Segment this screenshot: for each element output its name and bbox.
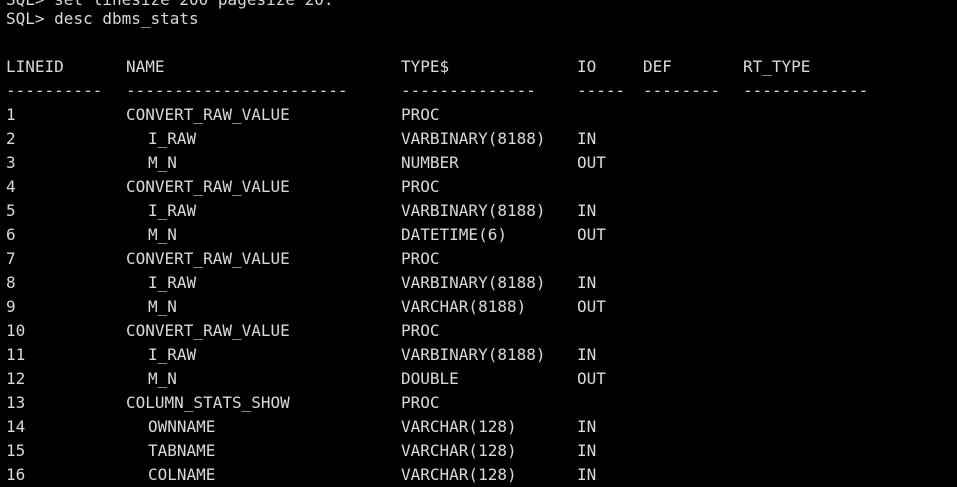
divider-rt-type: ------------- xyxy=(743,81,869,100)
row-name: M_N xyxy=(148,369,177,388)
row-name: CONVERT_RAW_VALUE xyxy=(126,177,290,196)
row-lineid: 7 xyxy=(6,249,16,268)
row-name: I_RAW xyxy=(148,345,197,364)
row-lineid: 8 xyxy=(6,273,16,292)
row-name: I_RAW xyxy=(148,201,197,220)
row-io: OUT xyxy=(577,225,606,244)
row-type: PROC xyxy=(401,105,440,124)
table-row: 14 OWNNAME VARCHAR(128) IN xyxy=(0,415,957,439)
row-type: VARCHAR(128) xyxy=(401,417,517,436)
table-row: 5 I_RAW VARBINARY(8188) IN xyxy=(0,199,957,223)
row-lineid: 13 xyxy=(6,393,26,412)
table-row: 12 M_N DOUBLE OUT xyxy=(0,367,957,391)
row-io: IN xyxy=(577,273,597,292)
row-type: VARCHAR(128) xyxy=(401,441,517,460)
row-io: OUT xyxy=(577,369,606,388)
table-row: 4 CONVERT_RAW_VALUE PROC xyxy=(0,175,957,199)
row-type: VARBINARY(8188) xyxy=(401,273,546,292)
command-line[interactable]: SQL> desc dbms_stats xyxy=(6,7,199,31)
row-lineid: 1 xyxy=(6,105,16,124)
row-lineid: 3 xyxy=(6,153,16,172)
row-type: VARBINARY(8188) xyxy=(401,201,546,220)
table-row: 2 I_RAW VARBINARY(8188) IN xyxy=(0,127,957,151)
row-lineid: 5 xyxy=(6,201,16,220)
row-name: OWNNAME xyxy=(148,417,216,436)
row-type: PROC xyxy=(401,321,440,340)
table-row: 6 M_N DATETIME(6) OUT xyxy=(0,223,957,247)
sql-prompt: SQL> xyxy=(6,9,55,28)
row-type: VARBINARY(8188) xyxy=(401,345,546,364)
row-io: IN xyxy=(577,417,597,436)
row-name: CONVERT_RAW_VALUE xyxy=(126,321,290,340)
row-io: IN xyxy=(577,129,597,148)
table-row: 15 TABNAME VARCHAR(128) IN xyxy=(0,439,957,463)
row-io: IN xyxy=(577,345,597,364)
row-name: M_N xyxy=(148,225,177,244)
row-io: IN xyxy=(577,465,597,484)
table-row: 3 M_N NUMBER OUT xyxy=(0,151,957,175)
row-name: COLUMN_STATS_SHOW xyxy=(126,393,290,412)
command-text: desc dbms_stats xyxy=(54,9,199,28)
row-lineid: 14 xyxy=(6,417,26,436)
row-type: NUMBER xyxy=(401,153,459,172)
header-io: IO xyxy=(577,57,597,76)
row-lineid: 12 xyxy=(6,369,26,388)
row-type: DATETIME(6) xyxy=(401,225,507,244)
row-lineid: 2 xyxy=(6,129,16,148)
row-name: CONVERT_RAW_VALUE xyxy=(126,249,290,268)
table-row: 10 CONVERT_RAW_VALUE PROC xyxy=(0,319,957,343)
header-def: DEF xyxy=(643,57,672,76)
row-lineid: 4 xyxy=(6,177,16,196)
row-name: M_N xyxy=(148,297,177,316)
row-io: IN xyxy=(577,201,597,220)
row-name: M_N xyxy=(148,153,177,172)
row-type: DOUBLE xyxy=(401,369,459,388)
row-type: PROC xyxy=(401,249,440,268)
header-lineid: LINEID xyxy=(6,57,64,76)
row-lineid: 6 xyxy=(6,225,16,244)
divider-lineid: ---------- xyxy=(6,81,103,100)
row-io: OUT xyxy=(577,297,606,316)
divider-name: ----------------------- xyxy=(126,81,348,100)
table-row: 8 I_RAW VARBINARY(8188) IN xyxy=(0,271,957,295)
row-lineid: 11 xyxy=(6,345,26,364)
divider-type: -------------- xyxy=(401,81,536,100)
row-type: PROC xyxy=(401,177,440,196)
table-row: 13 COLUMN_STATS_SHOW PROC xyxy=(0,391,957,415)
divider-io: ----- xyxy=(577,81,626,100)
table-row: 7 CONVERT_RAW_VALUE PROC xyxy=(0,247,957,271)
row-lineid: 10 xyxy=(6,321,26,340)
header-rt-type: RT_TYPE xyxy=(743,57,811,76)
terminal-window[interactable]: SQL> set linesize 200 pagesize 20: SQL> … xyxy=(0,0,957,487)
column-header-row: LINEID NAME TYPE$ IO DEF RT_TYPE xyxy=(0,55,957,79)
row-lineid: 9 xyxy=(6,297,16,316)
row-type: VARBINARY(8188) xyxy=(401,129,546,148)
header-name: NAME xyxy=(126,57,165,76)
row-type: PROC xyxy=(401,393,440,412)
row-io: IN xyxy=(577,441,597,460)
row-name: CONVERT_RAW_VALUE xyxy=(126,105,290,124)
table-row: 16 COLNAME VARCHAR(128) IN xyxy=(0,463,957,487)
column-divider-row: ---------- ----------------------- -----… xyxy=(0,79,957,103)
result-rows: 1 CONVERT_RAW_VALUE PROC 2 I_RAW VARBINARY(81… xyxy=(0,103,957,487)
row-lineid: 15 xyxy=(6,441,26,460)
table-row: 11 I_RAW VARBINARY(8188) IN xyxy=(0,343,957,367)
row-name: COLNAME xyxy=(148,465,216,484)
header-type: TYPE$ xyxy=(401,57,450,76)
row-type: VARCHAR(8188) xyxy=(401,297,527,316)
row-name: I_RAW xyxy=(148,273,197,292)
row-lineid: 16 xyxy=(6,465,26,484)
table-row: 9 M_N VARCHAR(8188) OUT xyxy=(0,295,957,319)
row-type: VARCHAR(128) xyxy=(401,465,517,484)
row-io: OUT xyxy=(577,153,606,172)
row-name: I_RAW xyxy=(148,129,197,148)
divider-def: -------- xyxy=(643,81,721,100)
row-name: TABNAME xyxy=(148,441,216,460)
table-row: 1 CONVERT_RAW_VALUE PROC xyxy=(0,103,957,127)
